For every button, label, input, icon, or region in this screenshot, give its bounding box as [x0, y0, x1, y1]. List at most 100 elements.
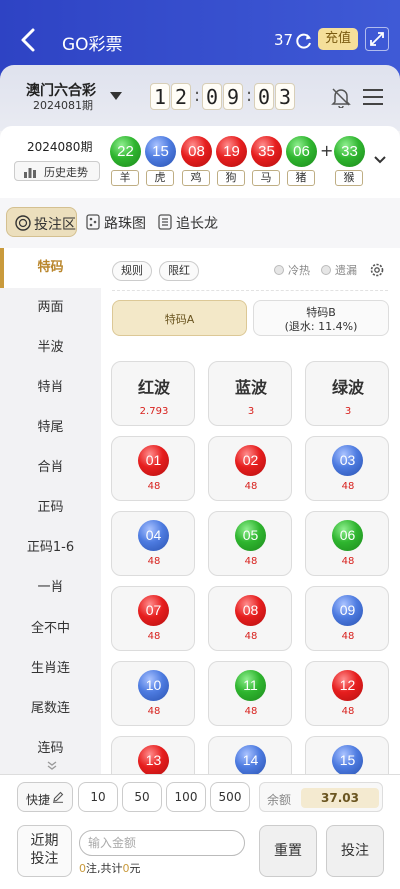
tab-road-map[interactable]: 路珠图 — [86, 207, 156, 237]
countdown-digit: 1 — [150, 83, 170, 110]
wave-card-green[interactable]: 绿波 3 — [305, 361, 389, 426]
number-card[interactable]: 1548 — [305, 736, 389, 792]
missing-label: 遗漏 — [335, 264, 357, 277]
chevron-down-icon[interactable] — [373, 155, 387, 165]
number-odds: 48 — [147, 481, 161, 492]
missing-radio[interactable] — [321, 265, 331, 275]
chip-button[interactable]: 10 — [78, 782, 118, 812]
double-chevron-down-icon — [47, 761, 57, 770]
sidebar-item[interactable]: 一肖 — [0, 568, 101, 608]
refresh-icon[interactable] — [295, 32, 313, 50]
quick-label: 快捷 — [26, 793, 51, 807]
quick-button[interactable]: 快捷 — [17, 782, 73, 812]
number-card[interactable]: 01 48 — [111, 436, 195, 501]
sidebar-item[interactable]: 特肖 — [0, 368, 101, 408]
lottery-dropdown-icon[interactable] — [110, 92, 122, 100]
chip-button[interactable]: 100 — [166, 782, 206, 812]
countdown-digit: 9 — [223, 83, 243, 110]
tab-bet-area[interactable]: 投注区 — [6, 207, 77, 237]
reset-button[interactable]: 重置 — [259, 825, 317, 877]
wave-card-red[interactable]: 红波 2.793 — [111, 361, 195, 426]
countdown-digit: 3 — [275, 83, 295, 110]
recent-bets-line1: 近期 — [30, 833, 59, 849]
bet-total: 0 — [122, 862, 130, 875]
number-ball: 05 — [235, 520, 266, 551]
header-balance: 37 — [274, 31, 294, 49]
special-ball: 33 — [334, 136, 365, 167]
number-card[interactable]: 10 48 — [111, 661, 195, 726]
limit-button[interactable]: 限红 — [159, 261, 199, 281]
balance-label: 余额 — [267, 793, 292, 807]
zodiac-tag: 猪 — [287, 170, 315, 186]
number-card[interactable]: 1348 — [111, 736, 195, 792]
special-plus: + — [320, 141, 334, 160]
number-card[interactable]: 05 48 — [208, 511, 292, 576]
history-trend-label: 历史走势 — [44, 166, 88, 179]
tab-special-b[interactable]: 特码B (退水: 11.4%) — [253, 300, 389, 336]
recent-bets-line2: 投注 — [30, 851, 59, 867]
number-ball: 11 — [235, 670, 266, 701]
hot-cold-label: 冷热 — [288, 264, 310, 277]
wave-odds: 3 — [247, 406, 255, 417]
wave-card-blue[interactable]: 蓝波 3 — [208, 361, 292, 426]
divider — [112, 290, 388, 291]
zodiac-tag: 羊 — [111, 170, 139, 186]
fullscreen-icon[interactable] — [365, 27, 389, 51]
number-card[interactable]: 11 48 — [208, 661, 292, 726]
chip-icon — [15, 215, 31, 231]
wave-odds: 2.793 — [139, 406, 169, 417]
sidebar-item[interactable]: 特码 — [0, 248, 101, 288]
recharge-button[interactable]: 充值 — [318, 28, 358, 50]
recent-bets-button[interactable]: 近期 投注 — [17, 825, 72, 877]
wave-name: 红波 — [137, 378, 170, 397]
bet-total-unit: 元 — [129, 862, 141, 875]
number-card[interactable]: 12 48 — [305, 661, 389, 726]
countdown-digit: 2 — [171, 83, 191, 110]
chip-button[interactable]: 500 — [210, 782, 250, 812]
chart-icon — [24, 168, 36, 178]
sidebar-item[interactable]: 全不中 — [0, 609, 101, 649]
chip-button[interactable]: 50 — [122, 782, 162, 812]
back-icon[interactable] — [16, 26, 40, 54]
draw-ball: 22 — [110, 136, 141, 167]
place-bet-button[interactable]: 投注 — [326, 825, 384, 877]
bell-mute-icon[interactable] — [330, 86, 352, 108]
countdown-digit: 0 — [202, 83, 222, 110]
sidebar-item[interactable]: 特尾 — [0, 408, 101, 448]
sidebar-item[interactable]: 正码1-6 — [0, 528, 101, 568]
amount-input[interactable] — [79, 830, 245, 856]
sidebar-item[interactable]: 半波 — [0, 328, 101, 368]
draw-ball: 35 — [251, 136, 282, 167]
sidebar-item[interactable]: 尾数连 — [0, 689, 101, 729]
number-card[interactable]: 07 48 — [111, 586, 195, 651]
sidebar-item[interactable]: 合肖 — [0, 448, 101, 488]
previous-issue: 2024080期 — [27, 140, 93, 154]
zodiac-tag: 马 — [252, 170, 280, 186]
number-card[interactable]: 02 48 — [208, 436, 292, 501]
number-card[interactable]: 06 48 — [305, 511, 389, 576]
number-card[interactable]: 1448 — [208, 736, 292, 792]
number-odds: 48 — [147, 631, 161, 642]
number-card[interactable]: 09 48 — [305, 586, 389, 651]
sidebar-item[interactable]: 两面 — [0, 288, 101, 328]
number-odds: 48 — [244, 556, 258, 567]
number-card[interactable]: 03 48 — [305, 436, 389, 501]
tab-special-a[interactable]: 特码A — [112, 300, 247, 336]
tab-bet-area-label: 投注区 — [34, 217, 76, 233]
wave-name: 绿波 — [331, 378, 364, 397]
sidebar-item[interactable]: 正码 — [0, 488, 101, 528]
sidebar-item[interactable]: 生肖连 — [0, 649, 101, 689]
draw-ball: 06 — [286, 136, 317, 167]
tab-long-dragon[interactable]: 追长龙 — [158, 207, 230, 237]
number-odds: 48 — [147, 556, 161, 567]
menu-icon[interactable] — [362, 88, 384, 106]
number-card[interactable]: 08 48 — [208, 586, 292, 651]
number-ball: 07 — [138, 595, 169, 626]
hot-cold-radio[interactable] — [274, 265, 284, 275]
history-trend-button[interactable]: 历史走势 — [14, 161, 100, 181]
gear-icon[interactable] — [369, 262, 385, 278]
draw-ball: 15 — [145, 136, 176, 167]
rules-button[interactable]: 规则 — [112, 261, 152, 281]
number-odds: 48 — [341, 706, 355, 717]
number-card[interactable]: 04 48 — [111, 511, 195, 576]
